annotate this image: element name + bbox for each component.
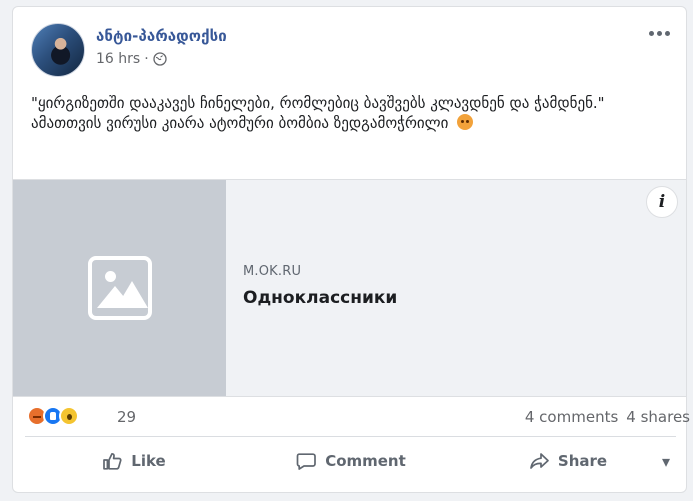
engagement-counts: 4 comments 4 shares	[525, 408, 690, 426]
comment-label: Comment	[325, 452, 406, 470]
like-icon	[101, 450, 123, 472]
reactions-row: 29 4 comments 4 shares	[25, 402, 690, 437]
reaction-count[interactable]: 29	[117, 408, 136, 426]
comments-count[interactable]: 4 comments	[525, 408, 618, 426]
globe-icon	[152, 52, 167, 66]
post-time[interactable]: 16 hrs	[96, 51, 140, 67]
post-text-line-2-text: ამათთვის ვირუსი კიარა ატომური ბომბია ზედ…	[31, 114, 449, 132]
post-meta: 16 hrs ·	[96, 51, 167, 67]
post-actions: Like Comment Share ▾	[25, 440, 676, 482]
post-card: ანტი-პარადოქსი 16 hrs · "ყირგიზეთში დააკ…	[12, 6, 690, 493]
share-options-dropdown[interactable]: ▾	[652, 451, 680, 471]
info-icon[interactable]: i	[646, 186, 678, 218]
wow-reaction-icon	[59, 406, 79, 426]
link-domain: M.OK.RU	[243, 264, 302, 279]
like-button[interactable]: Like	[25, 440, 242, 482]
link-thumbnail	[13, 180, 226, 396]
link-title[interactable]: Одноклассники	[243, 288, 397, 308]
author-name[interactable]: ანტი-პარადოქსი	[96, 27, 227, 45]
shares-count[interactable]: 4 shares	[626, 408, 690, 426]
post-text-line-2: ამათთვის ვირუსი კიარა ატომური ბომბია ზედ…	[31, 113, 651, 133]
post-text: "ყირგიზეთში დააკავეს ჩინელები, რომლებიც …	[31, 93, 651, 133]
post-header: ანტი-პარადოქსი 16 hrs ·	[13, 7, 686, 87]
share-icon	[528, 450, 550, 472]
reaction-icons[interactable]	[27, 406, 79, 426]
avatar[interactable]	[31, 23, 85, 77]
link-preview[interactable]: M.OK.RU Одноклассники i	[13, 179, 686, 397]
more-icon[interactable]	[646, 25, 672, 41]
comment-button[interactable]: Comment	[242, 440, 459, 482]
image-placeholder-icon	[87, 256, 152, 320]
chevron-down-icon: ▾	[661, 451, 671, 471]
angry-emoji-icon	[457, 114, 474, 130]
post-text-line-1: "ყირგიზეთში დააკავეს ჩინელები, რომლებიც …	[31, 94, 605, 112]
comment-icon	[295, 450, 317, 472]
like-label: Like	[131, 452, 166, 470]
share-button[interactable]: Share	[459, 440, 676, 482]
share-label: Share	[557, 452, 608, 470]
meta-separator: ·	[144, 51, 149, 67]
